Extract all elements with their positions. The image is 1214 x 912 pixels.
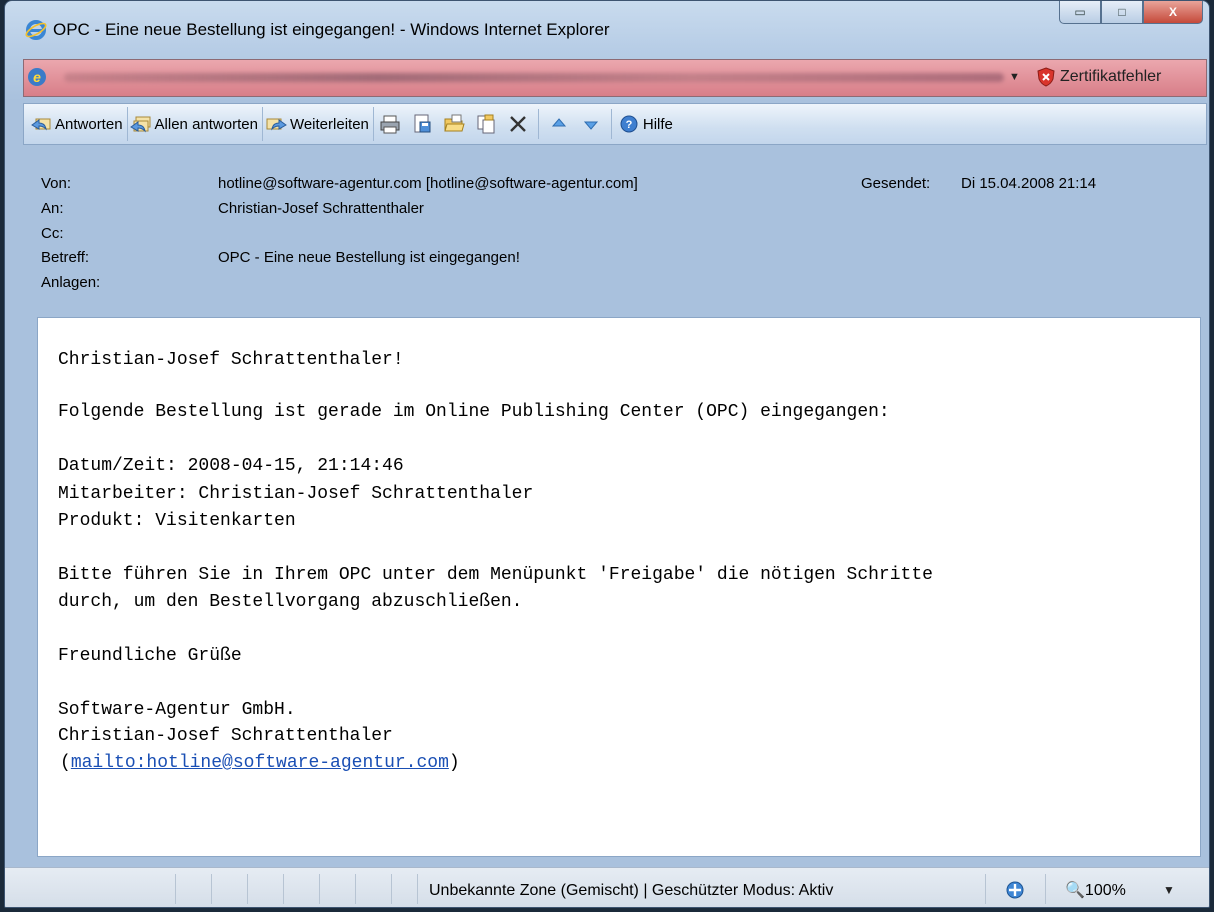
zoom-level[interactable]: 🔍100% [1065, 880, 1126, 900]
to-value: Christian-Josef Schrattenthaler [218, 200, 424, 217]
delete-icon [510, 116, 526, 132]
delete-button[interactable] [502, 107, 534, 141]
zoom-dropdown-icon[interactable]: ▼ [1163, 883, 1175, 897]
sent-value: Di 15.04.2008 21:14 [961, 175, 1097, 192]
maximize-button[interactable]: □ [1101, 1, 1143, 24]
reply-all-icon [129, 116, 151, 133]
status-divider [355, 874, 356, 904]
help-icon: ? [620, 115, 638, 133]
save-icon [414, 114, 431, 133]
subject-label: Betreff: [41, 249, 90, 266]
company-line: Software-Agentur GmbH. [58, 700, 296, 720]
reply-icon [31, 118, 51, 131]
status-divider [211, 874, 212, 904]
forward-icon [266, 118, 287, 131]
protected-mode-globe-icon[interactable] [1005, 880, 1025, 900]
previous-item-button[interactable] [543, 107, 575, 141]
message-body[interactable]: Christian-Josef Schrattenthaler! Folgend… [37, 317, 1201, 857]
forward-label: Weiterleiten [289, 115, 369, 133]
employee-line: Mitarbeiter: Christian-Josef Schrattenth… [58, 484, 534, 504]
copy-button[interactable] [470, 107, 502, 141]
status-divider [175, 874, 176, 904]
from-label: Von: [41, 175, 72, 192]
certificate-error-shield-icon[interactable] [1036, 67, 1056, 87]
close-icon: X [1168, 5, 1177, 19]
svg-text:?: ? [626, 119, 633, 131]
print-icon [380, 115, 400, 134]
toolbar-separator [537, 109, 539, 139]
reply-label: Antworten [55, 115, 123, 133]
instruction-line-2: durch, um den Bestellvorgang abzuschließ… [58, 592, 523, 612]
status-divider [319, 874, 320, 904]
from-value: hotline@software-agentur.com [hotline@so… [218, 175, 638, 192]
cc-label: Cc: [41, 225, 64, 242]
title-bar[interactable]: OPC - Eine neue Bestellung ist eingegang… [5, 1, 1209, 57]
mailto-link[interactable]: mailto:hotline@software-agentur.com [71, 753, 449, 773]
status-divider [985, 874, 986, 904]
reply-all-label: Allen antworten [154, 115, 258, 133]
closing-line: Freundliche Grüße [58, 646, 242, 666]
ie-window: OPC - Eine neue Bestellung ist eingegang… [4, 0, 1210, 908]
greeting-line: Christian-Josef Schrattenthaler! [58, 350, 404, 370]
status-bar: Unbekannte Zone (Gemischt) | Geschützter… [5, 867, 1209, 907]
toolbar-separator [610, 109, 612, 139]
status-divider [247, 874, 248, 904]
close-button[interactable]: X [1143, 1, 1203, 24]
attachments-label: Anlagen: [41, 274, 101, 291]
open-folder-button[interactable] [438, 107, 470, 141]
datetime-line: Datum/Zeit: 2008-04-15, 21:14:46 [58, 456, 404, 476]
reply-button[interactable]: Antworten [28, 107, 128, 141]
print-button[interactable] [374, 107, 406, 141]
forward-button[interactable]: Weiterleiten [263, 107, 374, 141]
zoom-magnifier-icon: 🔍 [1065, 882, 1085, 899]
reply-all-button[interactable]: Allen antworten [128, 107, 263, 141]
open-folder-icon [444, 114, 465, 132]
message-header: Von: hotline@software-agentur.com [hotli… [23, 149, 1207, 317]
paren-open: ( [60, 753, 71, 773]
copy-icon [477, 114, 495, 134]
minimize-icon: ▭ [1074, 5, 1086, 19]
help-label: Hilfe [642, 115, 673, 133]
page-icon: e [28, 68, 46, 86]
next-item-button[interactable] [575, 107, 607, 141]
status-divider [283, 874, 284, 904]
subject-value: OPC - Eine neue Bestellung ist eingegang… [218, 249, 520, 266]
product-line: Produkt: Visitenkarten [58, 511, 296, 531]
internet-explorer-logo-icon [25, 20, 47, 40]
status-divider [391, 874, 392, 904]
save-button[interactable] [406, 107, 438, 141]
window-title: OPC - Eine neue Bestellung ist eingegang… [53, 20, 610, 39]
previous-icon [551, 118, 566, 127]
minimize-button[interactable]: ▭ [1059, 1, 1101, 24]
maximize-icon: □ [1118, 5, 1126, 19]
paren-close: ) [448, 753, 460, 773]
certificate-error-label[interactable]: Zertifikatfehler [1060, 68, 1161, 86]
status-divider [1045, 874, 1046, 904]
sent-label: Gesendet: [861, 175, 931, 192]
intro-line: Folgende Bestellung ist gerade im Online… [58, 402, 890, 422]
status-divider [417, 874, 418, 904]
message-toolbar: Antworten Allen antworten Weiterleiten ?… [23, 103, 1207, 145]
instruction-line-1: Bitte führen Sie in Ihrem OPC unter dem … [58, 565, 933, 585]
help-button[interactable]: ? Hilfe [616, 107, 677, 141]
blurred-address-text [64, 73, 1004, 82]
to-label: An: [41, 200, 64, 217]
next-icon [583, 121, 598, 130]
mailto-line: (mailto:hotline@software-agentur.com) [60, 751, 460, 775]
address-bar[interactable]: e ▼ Zertifikatfehler [23, 59, 1207, 97]
zoom-level-text: 100% [1084, 882, 1126, 899]
security-zone-status[interactable]: Unbekannte Zone (Gemischt) | Geschützter… [429, 882, 833, 900]
address-dropdown-icon[interactable]: ▼ [1009, 71, 1020, 83]
signature-name-line: Christian-Josef Schrattenthaler [58, 726, 393, 746]
